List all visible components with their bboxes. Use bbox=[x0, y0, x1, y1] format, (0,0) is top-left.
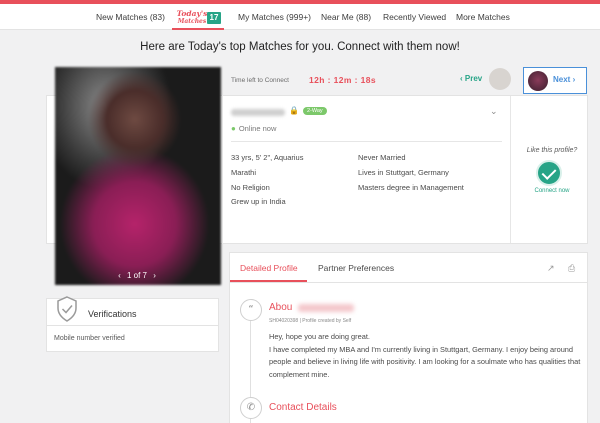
about-text: Hey, hope you are doing great. I have co… bbox=[269, 331, 587, 381]
attr-language: Marathi bbox=[231, 168, 257, 177]
next-button-label: Next › bbox=[553, 75, 576, 84]
mobile-verified-item: Mobile number verified bbox=[54, 335, 125, 342]
attr-religion: No Religion bbox=[231, 183, 270, 192]
nav-new-matches[interactable]: New Matches (83) bbox=[96, 12, 165, 22]
online-status: ● Online now bbox=[231, 124, 277, 133]
verifications-title: Verifications bbox=[88, 309, 137, 319]
about-name-blurred bbox=[298, 304, 354, 312]
chevron-down-icon[interactable]: ⌄ bbox=[490, 106, 498, 117]
profile-summary-card: 🔒 2-Way ⌄ ● Online now 33 yrs, 5' 2", Aqu… bbox=[222, 95, 588, 244]
attr-marital-status: Never Married bbox=[358, 153, 406, 162]
vertical-divider bbox=[510, 96, 511, 243]
chat-icon: ● bbox=[231, 124, 236, 133]
tab-detailed-profile[interactable]: Detailed Profile bbox=[240, 263, 298, 273]
countdown-timer: 12h : 12m : 18s bbox=[309, 75, 376, 85]
profile-name-blurred bbox=[231, 109, 285, 116]
phone-icon: ✆ bbox=[240, 397, 262, 419]
photo-pager-count: 1 of 7 bbox=[126, 271, 147, 280]
nav-recently-viewed[interactable]: Recently Viewed bbox=[383, 12, 446, 22]
next-button[interactable]: Next › bbox=[523, 67, 587, 94]
about-line: Hey, hope you are doing great. bbox=[269, 332, 370, 341]
todays-count-badge: 17 bbox=[207, 12, 221, 24]
page-headline: Here are Today's top Matches for you. Co… bbox=[140, 41, 460, 53]
prev-profile-avatar[interactable] bbox=[489, 68, 511, 90]
tab-partner-preferences[interactable]: Partner Preferences bbox=[318, 263, 394, 273]
share-icon[interactable]: ↗ bbox=[547, 263, 555, 274]
verifications-card: Verifications Mobile number verified bbox=[46, 296, 219, 352]
tabs-divider bbox=[230, 282, 587, 283]
photo-pager: ‹ 1 of 7 › bbox=[111, 269, 163, 282]
contact-details-title: Contact Details bbox=[269, 402, 337, 413]
nav-todays-matches[interactable]: Today's Matches 17 bbox=[172, 8, 224, 30]
next-profile-avatar bbox=[528, 71, 548, 91]
divider bbox=[231, 141, 502, 142]
prev-button[interactable]: ‹ Prev bbox=[460, 74, 482, 83]
nav-more-matches[interactable]: More Matches bbox=[456, 12, 510, 22]
photo-prev-arrow[interactable]: ‹ bbox=[118, 271, 121, 280]
divider bbox=[47, 325, 218, 326]
profile-photo[interactable] bbox=[55, 67, 221, 285]
shield-check-icon bbox=[57, 296, 77, 322]
todays-matches-logo: Today's Matches bbox=[176, 9, 208, 26]
top-nav: New Matches (83) Today's Matches 17 My M… bbox=[0, 4, 600, 30]
connect-check-button[interactable] bbox=[536, 160, 562, 186]
connect-now-label[interactable]: Connect now bbox=[516, 188, 588, 194]
lock-icon: 🔒 bbox=[289, 106, 299, 115]
about-line: I have completed my MBA and I'm currentl… bbox=[269, 344, 581, 379]
quote-icon: “ bbox=[240, 299, 262, 321]
about-meta: SH04020398 | Profile created by Self bbox=[269, 318, 352, 324]
like-question: Like this profile? bbox=[526, 147, 578, 154]
print-icon[interactable]: ⎙ bbox=[568, 263, 575, 274]
timer-row: Time left to Connect 12h : 12m : 18s ‹ P… bbox=[222, 67, 588, 95]
nav-near-me[interactable]: Near Me (88) bbox=[321, 12, 371, 22]
attr-education: Masters degree in Management bbox=[358, 183, 464, 192]
attr-age-height: 33 yrs, 5' 2", Aquarius bbox=[231, 153, 304, 162]
photo-next-arrow[interactable]: › bbox=[153, 271, 156, 280]
nav-my-matches[interactable]: My Matches (999+) bbox=[238, 12, 311, 22]
timer-label: Time left to Connect bbox=[231, 77, 289, 84]
attr-grew-up: Grew up in India bbox=[231, 197, 286, 206]
two-way-badge: 2-Way bbox=[303, 107, 327, 115]
about-title: Abou bbox=[269, 302, 293, 313]
attr-location: Lives in Stuttgart, Germany bbox=[358, 168, 449, 177]
